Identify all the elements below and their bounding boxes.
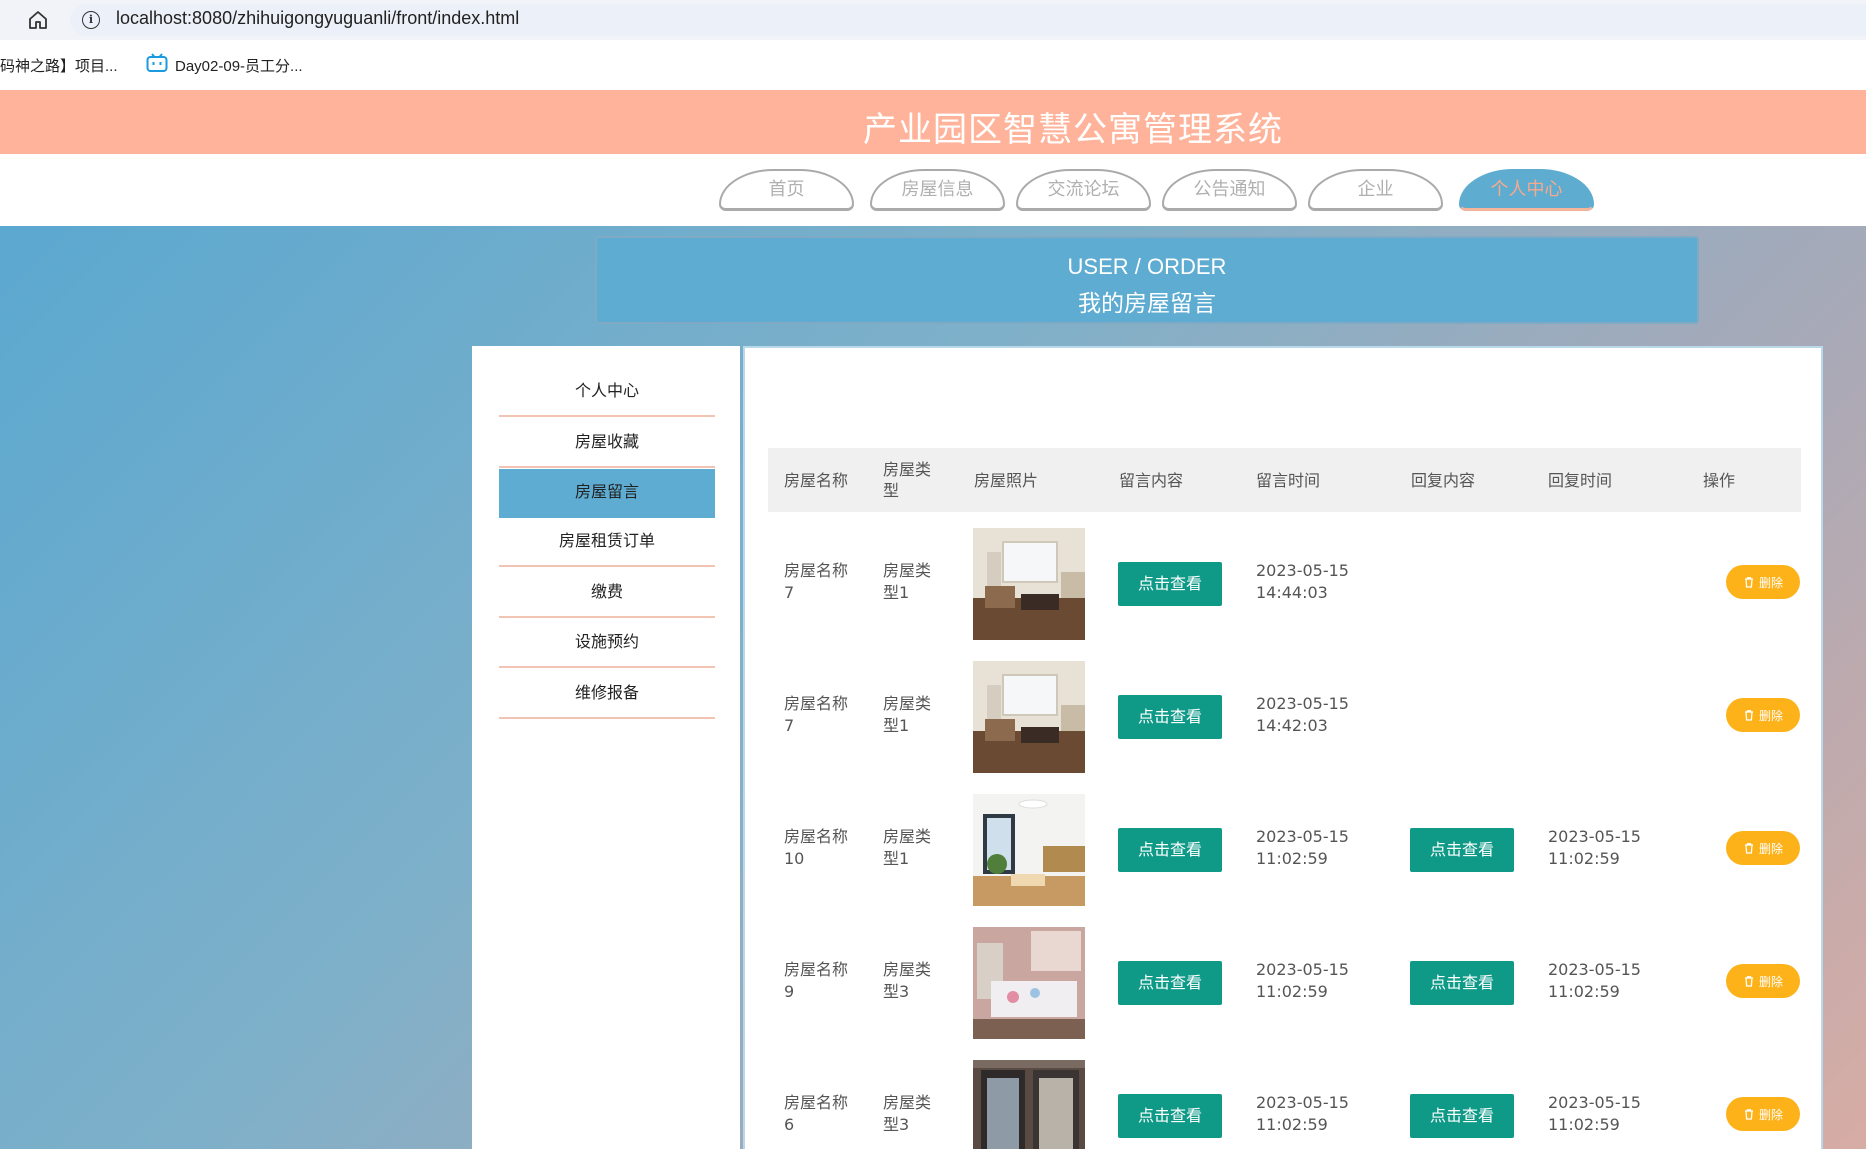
house-type-cell: 房屋类 型1: [883, 827, 932, 868]
sidebar-item-favorites[interactable]: 房屋收藏: [499, 419, 715, 468]
house-type-cell: 房屋类 型1: [883, 561, 932, 602]
site-info-icon[interactable]: i: [82, 11, 100, 29]
table-row: 房屋名称 9 房屋类 型3 点击查看 2023-05-15 11:02:59 点击查看…: [768, 922, 1801, 1055]
site-header: 产业园区智慧公寓管理系统: [0, 90, 1866, 154]
room-photo: [973, 927, 1085, 1039]
house-type-cell: 房屋类 型3: [883, 1093, 932, 1134]
house-name-cell: 房屋名称 7: [784, 694, 849, 735]
view-message-button[interactable]: 点击查看: [1118, 961, 1222, 1005]
table-header: 房屋名称 房屋类型 房屋照片 留言内容 留言时间 回复内容 回复时间 操作: [768, 448, 1801, 512]
delete-label: 删除: [1758, 841, 1783, 856]
view-reply-button[interactable]: 点击查看: [1410, 828, 1514, 872]
column-header: 留言内容: [1119, 470, 1184, 490]
house-type-cell: 房屋类 型3: [883, 960, 932, 1001]
bookmarks-bar: 码神之路】项目... Day02-09-员工分...: [0, 40, 1866, 90]
delete-button[interactable]: 删除: [1726, 964, 1800, 998]
content-panel: 房屋名称 房屋类型 房屋照片 留言内容 留言时间 回复内容 回复时间 操作 房屋…: [743, 346, 1823, 1149]
nav-tab-house-info[interactable]: 房屋信息: [870, 169, 1005, 211]
banner-title: 我的房屋留言: [1078, 291, 1216, 317]
table-row: 房屋名称 10 房屋类 型1 点击查看 2023-05-15 11:02:59 点击查…: [768, 789, 1801, 922]
delete-label: 删除: [1758, 1107, 1783, 1122]
trash-icon: [1744, 843, 1753, 854]
site-title: 产业园区智慧公寓管理系统: [863, 110, 1283, 150]
banner-subtitle: USER / ORDER: [1067, 254, 1227, 279]
sidebar-item-payment[interactable]: 缴费: [499, 569, 715, 618]
nav-tab-notice[interactable]: 公告通知: [1162, 169, 1297, 211]
column-header: 房屋类型: [883, 460, 932, 500]
sidebar: 个人中心 房屋收藏 房屋留言 房屋租赁订单 缴费 设施预约 维修报备: [472, 346, 740, 1149]
view-message-button[interactable]: 点击查看: [1118, 828, 1222, 872]
sidebar-item-facility-booking[interactable]: 设施预约: [499, 619, 715, 668]
delete-label: 删除: [1758, 708, 1783, 723]
nav-tab-home[interactable]: 首页: [719, 169, 854, 211]
column-header: 房屋照片: [974, 470, 1039, 490]
browser-address-bar: i localhost:8080/zhihuigongyuguanli/fron…: [0, 0, 1866, 40]
house-type-cell: 房屋类 型1: [883, 694, 932, 735]
main-nav: 首页 房屋信息 交流论坛 公告通知 企业 个人中心: [0, 154, 1866, 226]
nav-tab-forum[interactable]: 交流论坛: [1016, 169, 1151, 211]
message-time-cell: 2023-05-15 14:44:03: [1256, 561, 1349, 602]
view-message-button[interactable]: 点击查看: [1118, 1094, 1222, 1138]
bookmark-item[interactable]: Day02-09-员工分...: [175, 55, 303, 76]
message-time-cell: 2023-05-15 11:02:59: [1256, 1093, 1349, 1134]
room-photo: [973, 661, 1085, 773]
trash-icon: [1744, 1109, 1753, 1120]
column-header: 回复时间: [1548, 470, 1613, 490]
home-icon[interactable]: [26, 8, 50, 32]
message-time-cell: 2023-05-15 11:02:59: [1256, 827, 1349, 868]
view-message-button[interactable]: 点击查看: [1118, 695, 1222, 739]
sidebar-item-rental-orders[interactable]: 房屋租赁订单: [499, 518, 715, 567]
column-header: 操作: [1703, 470, 1736, 490]
bilibili-icon: [146, 53, 168, 72]
delete-button[interactable]: 删除: [1726, 1097, 1800, 1131]
column-header: 房屋名称: [784, 470, 849, 490]
delete-button[interactable]: 删除: [1726, 831, 1800, 865]
url-text[interactable]: localhost:8080/zhihuigongyuguanli/front/…: [116, 8, 519, 29]
reply-time-cell: 2023-05-15 11:02:59: [1548, 827, 1641, 868]
reply-time-cell: 2023-05-15 11:02:59: [1548, 1093, 1641, 1134]
sidebar-item-messages[interactable]: 房屋留言: [499, 469, 715, 518]
view-reply-button[interactable]: 点击查看: [1410, 1094, 1514, 1138]
message-time-cell: 2023-05-15 11:02:59: [1256, 960, 1349, 1001]
delete-label: 删除: [1758, 974, 1783, 989]
room-photo: [973, 528, 1085, 640]
delete-button[interactable]: 删除: [1726, 698, 1800, 732]
column-header: 留言时间: [1256, 470, 1321, 490]
nav-tab-company[interactable]: 企业: [1308, 169, 1443, 211]
house-name-cell: 房屋名称 6: [784, 1093, 849, 1134]
section-banner: USER / ORDER 我的房屋留言: [595, 236, 1699, 324]
view-reply-button[interactable]: 点击查看: [1410, 961, 1514, 1005]
room-photo: [973, 1060, 1085, 1149]
trash-icon: [1744, 577, 1753, 588]
room-photo: [973, 794, 1085, 906]
delete-button[interactable]: 删除: [1726, 565, 1800, 599]
column-header: 回复内容: [1411, 470, 1476, 490]
sidebar-item-personal-center[interactable]: 个人中心: [499, 368, 715, 417]
bookmark-item[interactable]: 码神之路】项目...: [0, 55, 118, 76]
nav-tab-personal-center[interactable]: 个人中心: [1459, 169, 1594, 211]
table-row: 房屋名称 7 房屋类 型1 点击查看 2023-05-15 14:42:03 删除: [768, 656, 1801, 789]
sidebar-item-repair-report[interactable]: 维修报备: [499, 670, 715, 719]
house-name-cell: 房屋名称 9: [784, 960, 849, 1001]
view-message-button[interactable]: 点击查看: [1118, 562, 1222, 606]
message-time-cell: 2023-05-15 14:42:03: [1256, 694, 1349, 735]
table-row: 房屋名称 7 房屋类 型1 点击查看 2023-05-15 14:44:03 删除: [768, 523, 1801, 656]
trash-icon: [1744, 976, 1753, 987]
delete-label: 删除: [1758, 575, 1783, 590]
house-name-cell: 房屋名称 7: [784, 561, 849, 602]
house-name-cell: 房屋名称 10: [784, 827, 849, 868]
trash-icon: [1744, 710, 1753, 721]
table-row: 房屋名称 6 房屋类 型3 点击查看 2023-05-15 11:02:59 点击查看…: [768, 1055, 1801, 1149]
reply-time-cell: 2023-05-15 11:02:59: [1548, 960, 1641, 1001]
